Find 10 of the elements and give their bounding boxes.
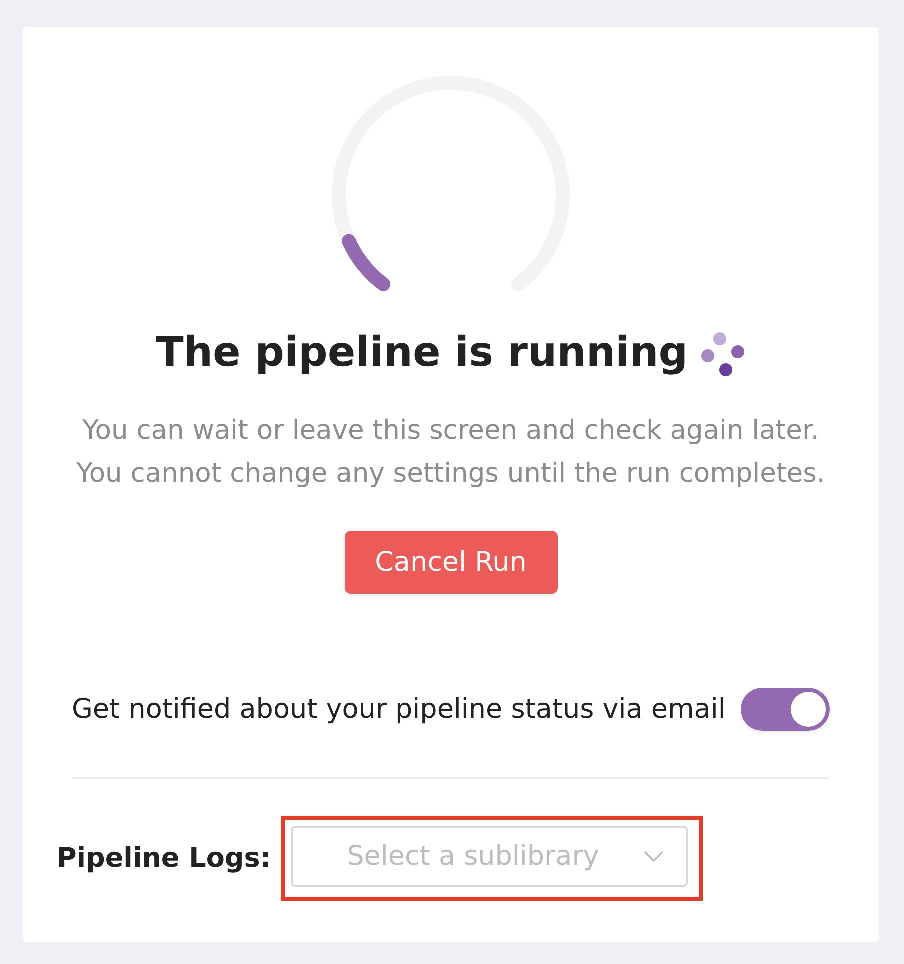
chevron-down-icon (644, 851, 664, 862)
message-text: You can wait or leave this screen and check again later. (82, 414, 820, 448)
cancel-run-button[interactable]: Cancel Run (344, 531, 558, 594)
email-notification-label: Get notified about your pipeline status via email (72, 694, 726, 725)
email-notification-toggle[interactable] (741, 688, 830, 731)
message-text: You cannot change any settings until the run completes. (76, 457, 826, 491)
pipeline-logs-label: Pipeline Logs: (57, 843, 272, 874)
loading-dots-icon (700, 332, 746, 378)
page-title: The pipeline is running (156, 328, 688, 376)
sublibrary-select[interactable]: Select a sublibrary (291, 826, 688, 887)
